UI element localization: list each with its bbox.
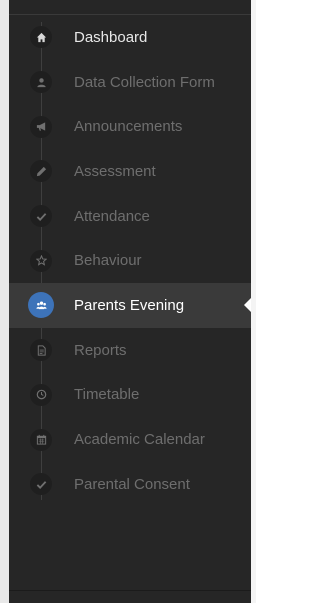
sidebar-item-label: Attendance bbox=[74, 207, 150, 225]
sidebar-item-label: Assessment bbox=[74, 162, 156, 180]
window-frame-left bbox=[0, 0, 9, 603]
sidebar-item-label: Announcements bbox=[74, 118, 183, 136]
sidebar-item-academic-calendar[interactable]: Academic Calendar bbox=[9, 417, 251, 462]
sidebar-item-announcements[interactable]: Announcements bbox=[9, 104, 251, 149]
sidebar-item-label: Reports bbox=[74, 341, 127, 359]
sidebar-item-label: Timetable bbox=[74, 386, 140, 404]
sidebar-item-label: Parents Evening bbox=[74, 296, 185, 314]
sidebar-bottom-divider bbox=[9, 590, 251, 591]
sidebar-item-assessment[interactable]: Assessment bbox=[9, 149, 251, 194]
sidebar-item-label: Academic Calendar bbox=[74, 431, 205, 449]
sidebar-item-label: Data Collection Form bbox=[74, 73, 215, 91]
home-icon bbox=[30, 26, 52, 49]
sidebar-item-parents-evening[interactable]: Parents Evening bbox=[9, 283, 251, 328]
clock-icon bbox=[30, 383, 52, 406]
sidebar-item-attendance[interactable]: Attendance bbox=[9, 194, 251, 239]
star-icon bbox=[30, 249, 52, 272]
sidebar-item-dashboard[interactable]: Dashboard bbox=[9, 15, 251, 60]
active-indicator-caret bbox=[244, 298, 251, 313]
megaphone-icon bbox=[30, 115, 52, 138]
calendar-icon bbox=[30, 428, 52, 451]
sidebar-item-label: Parental Consent bbox=[74, 475, 190, 493]
users-icon bbox=[28, 292, 54, 319]
sidebar-menu: Dashboard Data Collection Form Announcem… bbox=[9, 15, 251, 507]
sidebar-item-label: Dashboard bbox=[74, 28, 148, 46]
check-icon bbox=[30, 473, 52, 496]
pencil-icon bbox=[30, 160, 52, 183]
window-frame-right bbox=[251, 0, 256, 603]
sidebar-item-label: Behaviour bbox=[74, 252, 142, 270]
sidebar-item-timetable[interactable]: Timetable bbox=[9, 373, 251, 418]
user-icon bbox=[30, 71, 52, 94]
document-icon bbox=[30, 339, 52, 362]
sidebar-nav: Dashboard Data Collection Form Announcem… bbox=[9, 0, 251, 603]
sidebar-item-data-collection-form[interactable]: Data Collection Form bbox=[9, 60, 251, 105]
sidebar-item-parental-consent[interactable]: Parental Consent bbox=[9, 462, 251, 507]
sidebar-item-reports[interactable]: Reports bbox=[9, 328, 251, 373]
check-icon bbox=[30, 205, 52, 228]
sidebar-item-behaviour[interactable]: Behaviour bbox=[9, 238, 251, 283]
